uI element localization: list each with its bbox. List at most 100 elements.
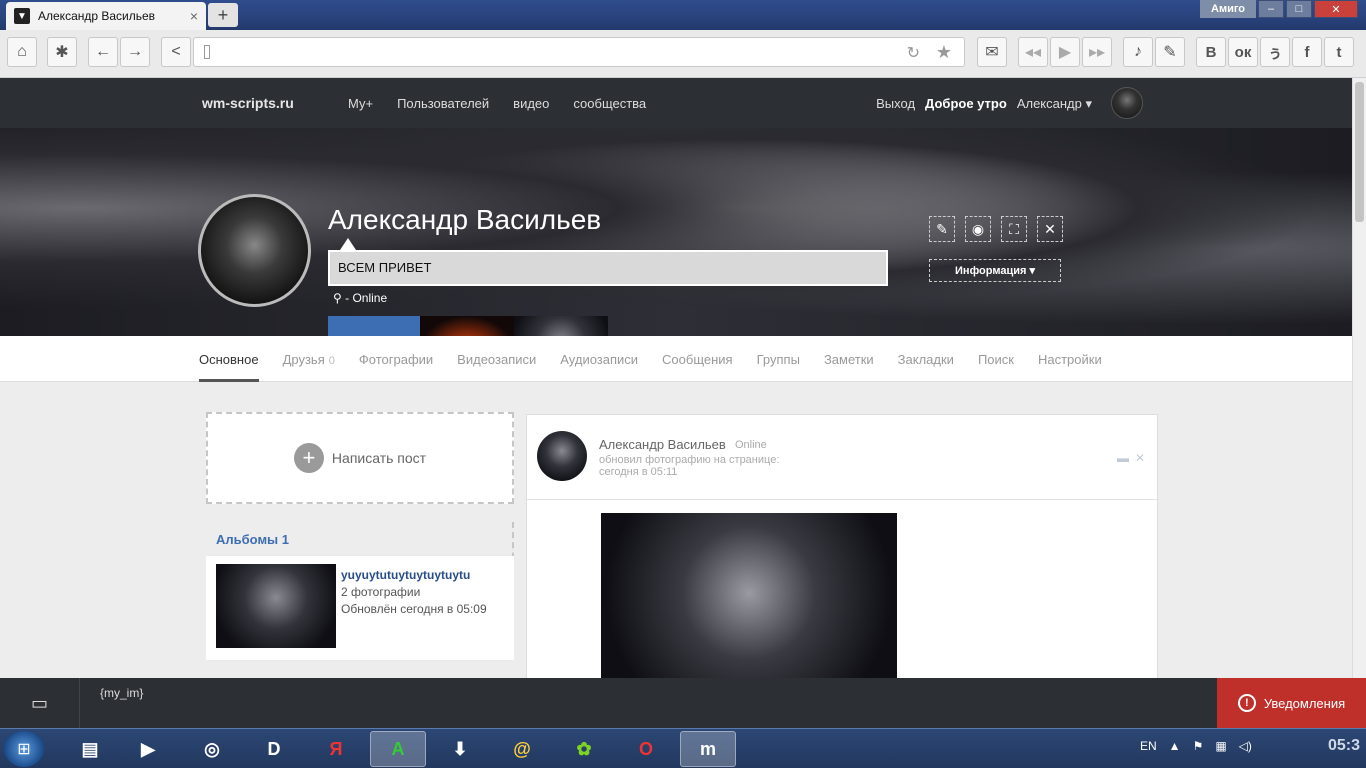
location-line: ⚲ - Online [333, 291, 387, 305]
tab-notes[interactable]: Заметки [824, 352, 874, 382]
post-avatar[interactable] [537, 431, 587, 481]
maximize-button[interactable]: □ [1286, 0, 1312, 18]
share-icon[interactable]: < [161, 37, 191, 67]
clock[interactable]: 05:3 [1328, 737, 1360, 755]
odnoklassniki-icon[interactable]: ок [1228, 37, 1258, 67]
back-icon[interactable]: ← [88, 37, 118, 67]
language-indicator[interactable]: EN [1140, 739, 1157, 753]
header-user-area: Выход Доброе утро Александр ▾ [876, 96, 1092, 112]
window-close-button[interactable]: ✕ [1314, 0, 1358, 18]
app-icon[interactable]: ◎ [184, 731, 240, 767]
reload-icon[interactable]: ↻ [907, 43, 920, 63]
close-icon[interactable]: ✕ [1037, 216, 1063, 242]
user-menu[interactable]: Александр ▾ [1017, 96, 1092, 112]
browser-tab[interactable]: ▼ Александр Васильев × [6, 2, 206, 30]
info-button[interactable]: Информация ▾ [929, 259, 1061, 282]
page-icon [204, 45, 210, 59]
post-action: обновил фотографию на странице: [599, 454, 780, 466]
volume-icon[interactable]: ◁) [1239, 739, 1252, 753]
network-icon[interactable]: ▦ [1215, 739, 1226, 753]
tab-search[interactable]: Поиск [978, 352, 1014, 382]
comment-icon[interactable]: ▬ [1117, 451, 1129, 465]
nav-item[interactable]: Пользователей [397, 96, 489, 111]
tab-friends-label: Друзья [282, 352, 325, 367]
delete-icon[interactable]: ✕ [1135, 451, 1145, 465]
camera-icon[interactable]: ◉ [965, 216, 991, 242]
album-updated: Обновлён сегодня в 05:09 [341, 602, 487, 616]
profile-avatar[interactable] [198, 194, 311, 307]
browser-toolbar: ⌂ ✱ ← → < ↻ ★ ✉ ◂◂ ▶ ▸▸ ♪ ✎ B ок ぅ f t [0, 30, 1366, 78]
album-title[interactable]: yuyuytutuytuytuytuytu [341, 568, 470, 582]
tab-audio[interactable]: Аудиозаписи [560, 352, 638, 382]
page-scrollbar[interactable] [1352, 78, 1366, 678]
tab-main[interactable]: Основное [199, 352, 259, 382]
friends-count: 0 [328, 355, 335, 367]
post-divider [527, 499, 1159, 500]
prev-track-icon[interactable]: ◂◂ [1018, 37, 1048, 67]
notifications-button[interactable]: ! Уведомления [1217, 678, 1366, 728]
home-icon[interactable]: ⌂ [7, 37, 37, 67]
vk-icon[interactable]: B [1196, 37, 1226, 67]
tab-videos[interactable]: Видеозаписи [457, 352, 536, 382]
tray-expand-icon[interactable]: ▲ [1169, 739, 1181, 753]
torrent-icon[interactable]: ⬇ [432, 731, 488, 767]
mail-icon[interactable]: ✉ [977, 37, 1007, 67]
bookmark-star-icon[interactable]: ★ [936, 42, 952, 63]
profile-tabs: Основное Друзья 0 Фотографии Видеозаписи … [0, 336, 1352, 382]
tab-close-icon[interactable]: × [190, 8, 198, 24]
tab-settings[interactable]: Настройки [1038, 352, 1102, 382]
facebook-icon[interactable]: f [1292, 37, 1322, 67]
minimize-button[interactable]: – [1258, 0, 1284, 18]
write-post-button[interactable]: + Написать пост [206, 412, 514, 504]
nav-item[interactable]: Му+ [348, 96, 373, 111]
crop-icon[interactable]: ⛶ [1001, 216, 1027, 242]
moimir-icon[interactable]: ぅ [1260, 37, 1290, 67]
amigo-browser-icon[interactable]: A [370, 731, 426, 767]
system-tray: EN ▲ ⚑ ▦ ◁) [1140, 739, 1252, 753]
explorer-icon[interactable]: ▤ [62, 731, 118, 767]
logout-link[interactable]: Выход [876, 96, 915, 112]
music-icon[interactable]: ♪ [1123, 37, 1153, 67]
play-icon[interactable]: ▶ [1050, 37, 1080, 67]
tab-photos[interactable]: Фотографии [359, 352, 433, 382]
chat-icon[interactable]: ✎ [1155, 37, 1185, 67]
twitter-icon[interactable]: t [1324, 37, 1354, 67]
status-arrow [340, 238, 356, 250]
post-author[interactable]: Александр Васильев [599, 437, 726, 452]
album-cover[interactable] [216, 564, 336, 648]
tab-groups[interactable]: Группы [757, 352, 800, 382]
yandex-browser-icon[interactable]: Я [308, 731, 364, 767]
tab-bookmarks[interactable]: Закладки [898, 352, 954, 382]
album-item[interactable]: yuyuytutuytuytuytuytu 2 фотографии Обнов… [206, 556, 514, 660]
mailru-agent-icon[interactable]: @ [494, 731, 550, 767]
address-bar[interactable]: ↻ ★ [193, 37, 965, 67]
next-track-icon[interactable]: ▸▸ [1082, 37, 1112, 67]
tab-friends[interactable]: Друзья 0 [283, 352, 335, 382]
opera-icon[interactable]: O [618, 731, 674, 767]
site-logo[interactable]: wm-scripts.ru [202, 95, 294, 111]
tab-messages[interactable]: Сообщения [662, 352, 733, 382]
browser-brand-label[interactable]: Амиго [1200, 0, 1256, 18]
new-tab-button[interactable]: + [208, 3, 238, 27]
profile-cover: Александр Васильев ВСЕМ ПРИВЕТ ⚲ - Onlin… [0, 128, 1352, 382]
start-button-icon[interactable]: ⊞ [4, 731, 44, 767]
icq-icon[interactable]: ✿ [556, 731, 612, 767]
app-icon[interactable]: m [680, 731, 736, 767]
albums-panel: Альбомы 1 yuyuytutuytuytuytuytu 2 фотогр… [206, 522, 514, 660]
albums-header[interactable]: Альбомы 1 [216, 532, 289, 547]
app-icon[interactable]: D [246, 731, 302, 767]
cover-tools: ✎ ◉ ⛶ ✕ [929, 216, 1063, 242]
action-center-icon[interactable]: ⚑ [1193, 739, 1204, 753]
forward-icon[interactable]: → [120, 37, 150, 67]
edit-icon[interactable]: ✎ [929, 216, 955, 242]
nav-item[interactable]: сообщества [573, 96, 646, 111]
greeting-text: Доброе утро [925, 96, 1007, 111]
nav-item[interactable]: видео [513, 96, 549, 111]
location-pin-icon: ⚲ [333, 291, 342, 305]
chat-bubble-icon[interactable]: ▭ [0, 678, 80, 728]
status-field[interactable]: ВСЕМ ПРИВЕТ [328, 250, 888, 286]
extensions-icon[interactable]: ✱ [47, 37, 77, 67]
header-avatar[interactable] [1111, 87, 1143, 119]
scrollbar-thumb[interactable] [1355, 82, 1364, 222]
media-player-icon[interactable]: ▶ [120, 731, 176, 767]
